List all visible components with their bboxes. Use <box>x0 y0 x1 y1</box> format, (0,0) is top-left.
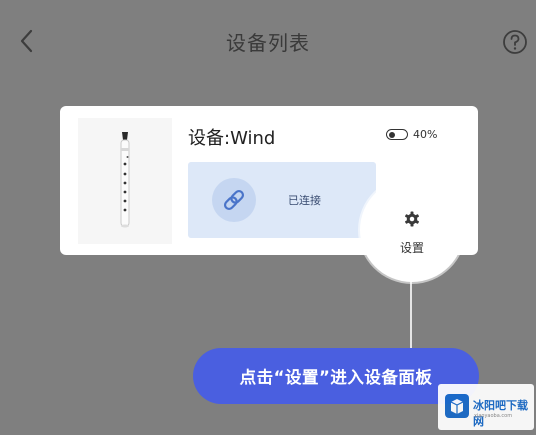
settings-label: 设置 <box>399 241 424 255</box>
link-button[interactable] <box>212 178 256 222</box>
battery-percent: 40% <box>413 128 438 141</box>
recorder-instrument-image <box>78 118 172 244</box>
gear-icon <box>405 211 419 227</box>
battery-level <box>388 131 395 138</box>
header: 设备列表 <box>0 0 536 84</box>
settings-button[interactable]: 设置 <box>360 178 464 282</box>
help-icon <box>503 30 527 54</box>
battery-indicator: 40% <box>386 128 437 141</box>
hint-bubble: 点击“设置”进入设备面板 <box>193 348 479 404</box>
link-icon <box>223 189 245 211</box>
device-name: 设备:Wind <box>188 128 276 149</box>
battery-icon <box>386 129 408 140</box>
help-button[interactable] <box>501 28 529 56</box>
connection-status: 已连接 <box>288 194 321 207</box>
hint-text: 点击“设置”进入设备面板 <box>239 368 433 387</box>
site-watermark: 冰阳吧下载网 xiaoyaoba.com <box>438 384 534 430</box>
watermark-logo-icon <box>445 394 469 418</box>
watermark-sub: xiaoyaoba.com <box>474 413 513 419</box>
page-title: 设备列表 <box>226 31 310 55</box>
connection-panel[interactable]: 已连接 <box>188 162 376 238</box>
